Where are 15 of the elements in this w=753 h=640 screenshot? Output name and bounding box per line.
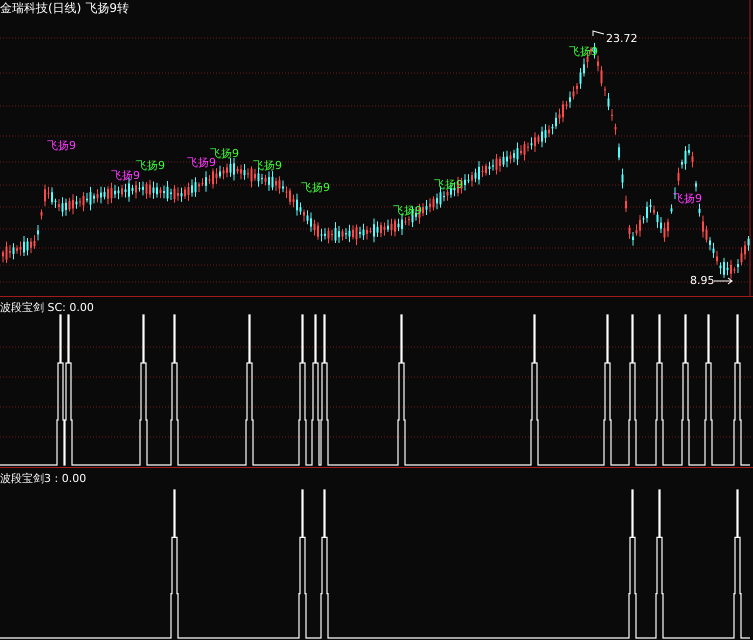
- signal-label: 飞扬9: [210, 148, 239, 160]
- chart-title: 金瑞科技(日线): [0, 1, 82, 15]
- price-label: 23.72: [606, 33, 638, 45]
- signal-label: 飞扬9: [253, 160, 282, 172]
- signal-label: 飞扬9: [187, 157, 216, 169]
- indicator-reading: 波段宝剑3 : 0.00: [0, 471, 86, 485]
- signal-label: 飞扬9: [301, 182, 330, 194]
- arrow-icon: [714, 278, 733, 284]
- price-label: 8.95: [690, 275, 714, 287]
- signal-label: 飞扬9: [136, 160, 165, 172]
- signal-label: 飞扬9: [47, 140, 76, 152]
- indicator-name: 飞扬9转: [85, 1, 130, 15]
- signal-label: 飞扬9: [111, 170, 140, 182]
- signal-label: 飞扬9: [673, 193, 702, 205]
- indicator-reading: 波段宝剑 SC: 0.00: [0, 300, 94, 314]
